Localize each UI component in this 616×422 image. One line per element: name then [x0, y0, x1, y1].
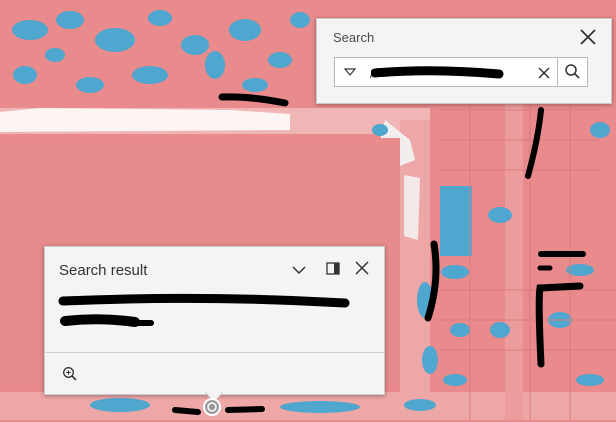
- clear-icon[interactable]: [533, 62, 555, 84]
- chevron-down-icon[interactable]: [290, 261, 308, 279]
- popup-title: Search result: [59, 262, 148, 279]
- map-road: [505, 100, 523, 420]
- search-widget-title: Search: [333, 30, 375, 45]
- map-parcel: [404, 175, 420, 240]
- close-icon[interactable]: [577, 26, 599, 48]
- search-widget: Search: [316, 18, 612, 104]
- dock-icon[interactable]: [324, 260, 342, 278]
- map-road: [400, 120, 430, 420]
- map-parcel: [0, 108, 290, 132]
- caret-down-icon[interactable]: [335, 58, 365, 86]
- close-icon[interactable]: [353, 259, 371, 277]
- search-result-popup: Search result: [44, 246, 385, 402]
- location-marker-icon[interactable]: [202, 397, 222, 417]
- popup-divider: [45, 352, 384, 353]
- search-input[interactable]: [367, 60, 531, 86]
- redacted-result-text: [58, 293, 350, 327]
- zoom-to-icon[interactable]: [61, 365, 79, 383]
- search-icon[interactable]: [557, 58, 587, 86]
- search-bar: [334, 57, 588, 87]
